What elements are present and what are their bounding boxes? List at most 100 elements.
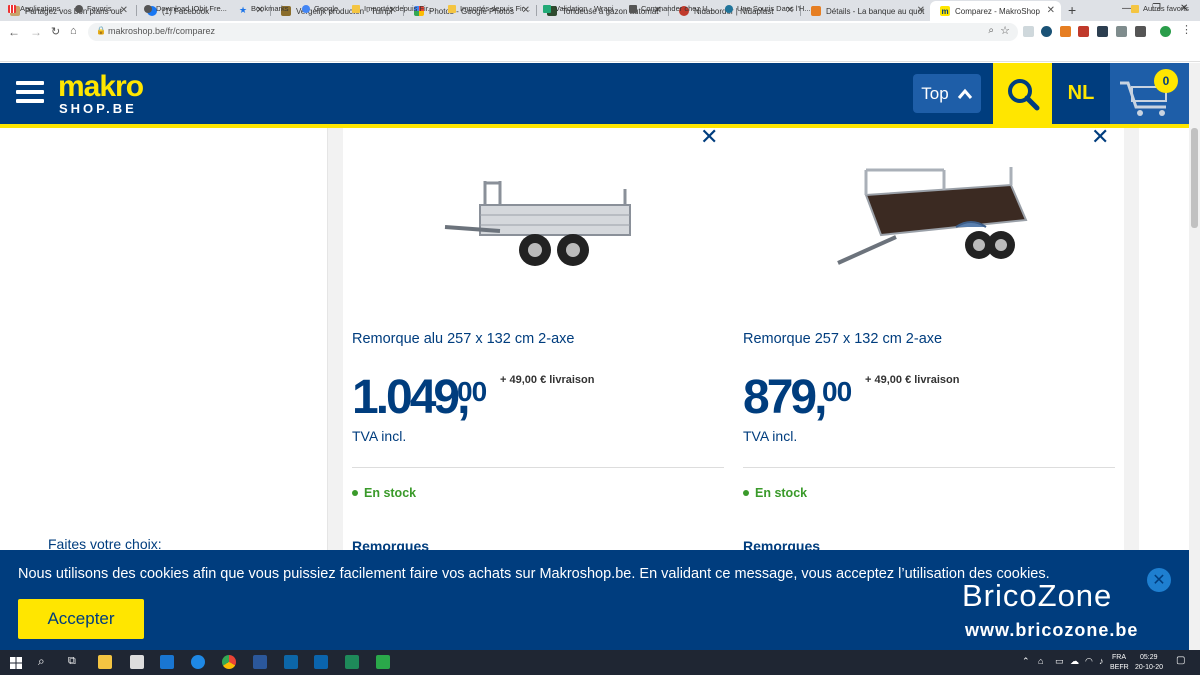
- lang-code[interactable]: FRA: [1112, 654, 1126, 661]
- trello-icon[interactable]: [284, 655, 298, 669]
- bookmark-label: Importés depuis Fir...: [460, 4, 531, 13]
- browser-tab-active[interactable]: m Comparez - MakroShop ✕: [930, 1, 1061, 21]
- tva-label: TVA incl.: [743, 428, 798, 444]
- outlook-icon[interactable]: [314, 655, 328, 669]
- stock-label: En stock: [364, 486, 417, 500]
- kebab-menu-icon[interactable]: ⋮: [1181, 23, 1192, 36]
- watermark-url: www.bricozone.be: [965, 620, 1139, 640]
- extensions-menu-icon[interactable]: [1135, 26, 1146, 37]
- remove-product-icon[interactable]: ✕: [1091, 124, 1109, 150]
- search-icon: [1007, 78, 1039, 110]
- product-name[interactable]: Remorque alu 257 x 132 cm 2-axe: [352, 331, 574, 347]
- bookmark-label: Google: [314, 4, 339, 13]
- zoom-icon[interactable]: ⌕: [988, 25, 994, 36]
- forward-icon[interactable]: →: [30, 25, 42, 39]
- star-icon[interactable]: ☆: [1000, 24, 1010, 37]
- bookmark-item[interactable]: Validation - Wrapi: [543, 4, 614, 13]
- price-cents: 00: [457, 376, 487, 407]
- back-icon[interactable]: ←: [8, 25, 20, 39]
- other-bookmarks[interactable]: Autres favoris: [1131, 4, 1189, 13]
- reload-icon[interactable]: ↻: [51, 25, 60, 38]
- search-button[interactable]: [993, 63, 1052, 124]
- close-tab-icon[interactable]: ✕: [120, 5, 128, 16]
- tray-chevron-icon[interactable]: ⌃: [1022, 656, 1030, 667]
- product-image-alu-trailer[interactable]: [440, 175, 636, 273]
- accept-cookies-button[interactable]: Accepter: [18, 599, 144, 639]
- bookmark-item[interactable]: Importés depuis Fir...: [448, 4, 530, 13]
- bookmark-favicon-icon: [629, 4, 637, 13]
- extension-icon[interactable]: [1041, 26, 1052, 37]
- scroll-top-button[interactable]: Top: [913, 74, 981, 113]
- clock-date[interactable]: 20-10-20: [1135, 664, 1163, 671]
- notification-icon[interactable]: ▢: [1176, 655, 1185, 666]
- lang-region[interactable]: BEFR: [1110, 664, 1129, 671]
- extension-icon[interactable]: [1078, 26, 1089, 37]
- file-explorer-icon[interactable]: [98, 655, 112, 669]
- url-text: makroshop.be/fr/comparez: [108, 26, 216, 36]
- logo-makro[interactable]: makro: [58, 70, 144, 104]
- windows-taskbar: [0, 650, 1200, 675]
- browser-tab[interactable]: Détails - La banque au quot ✕: [801, 1, 931, 21]
- bookmark-favicon-icon: [543, 4, 551, 13]
- battery-icon[interactable]: ▭: [1055, 656, 1064, 667]
- hamburger-menu-icon[interactable]: [14, 78, 46, 106]
- app-icon[interactable]: [376, 655, 390, 669]
- network-icon[interactable]: ⌂: [1038, 656, 1043, 666]
- tva-label: TVA incl.: [352, 428, 407, 444]
- close-tab-icon[interactable]: ✕: [1047, 5, 1055, 16]
- windows-start-icon[interactable]: [10, 657, 22, 669]
- store-icon[interactable]: [130, 655, 144, 669]
- close-tab-icon[interactable]: ✕: [917, 5, 925, 16]
- new-tab-button[interactable]: +: [1068, 2, 1076, 18]
- bookmark-item[interactable]: Applications: [8, 4, 60, 13]
- scrollbar-thumb[interactable]: [1191, 128, 1198, 228]
- cart-count-badge: 0: [1154, 69, 1178, 93]
- product-image-steel-trailer[interactable]: [836, 165, 1032, 273]
- edge-icon[interactable]: [191, 655, 205, 669]
- compare-left-panel: [0, 128, 328, 550]
- content-gutter: [1124, 128, 1139, 550]
- logo-shop-be[interactable]: SHOP.BE: [59, 101, 137, 116]
- bookmark-item[interactable]: Favoris: [75, 4, 112, 13]
- bookmark-item[interactable]: Download IObit Fre...: [144, 4, 227, 13]
- app-icon[interactable]: [345, 655, 359, 669]
- home-icon[interactable]: ⌂: [70, 25, 77, 37]
- content-gutter: [328, 128, 343, 550]
- search-icon[interactable]: ⌕: [38, 654, 45, 669]
- price-cents: 00: [822, 376, 852, 407]
- app-icon[interactable]: [160, 655, 174, 669]
- volume-icon[interactable]: ♪: [1099, 656, 1104, 666]
- delivery-cost: + 49,00 € livraison: [865, 374, 960, 386]
- extension-icon[interactable]: [1060, 26, 1071, 37]
- star-icon: ★: [239, 4, 248, 15]
- globe-icon: [75, 4, 83, 13]
- remove-product-icon[interactable]: ✕: [700, 124, 718, 150]
- apps-grid-icon: [8, 4, 16, 13]
- folder-icon: [448, 4, 456, 13]
- wifi-icon[interactable]: ◠: [1085, 656, 1093, 667]
- tab-title: Comparez - MakroShop: [955, 6, 1040, 16]
- chevron-up-icon: [957, 88, 972, 99]
- bookmark-label: Autres favoris: [1143, 4, 1189, 13]
- product-name[interactable]: Remorque 257 x 132 cm 2-axe: [743, 331, 942, 347]
- profile-avatar-icon[interactable]: [1160, 26, 1171, 37]
- puzzle-icon[interactable]: [1116, 26, 1127, 37]
- bookmark-item[interactable]: Une Souris Dans l'H...: [725, 4, 811, 13]
- close-cookie-icon[interactable]: ✕: [1147, 568, 1171, 592]
- bookmark-item[interactable]: Importés depuis Fir...: [352, 4, 434, 13]
- omnibox[interactable]: 🔒 makroshop.be/fr/comparez ⌕ ☆: [88, 23, 1018, 41]
- task-view-icon[interactable]: ⧉: [68, 655, 76, 668]
- chrome-icon[interactable]: [222, 655, 236, 669]
- extension-icon[interactable]: [1097, 26, 1108, 37]
- cart-button[interactable]: [1110, 63, 1189, 124]
- bookmark-item[interactable]: Google: [302, 4, 338, 13]
- language-switch-nl[interactable]: NL: [1052, 63, 1110, 124]
- word-icon[interactable]: [253, 655, 267, 669]
- extension-icon[interactable]: [1023, 26, 1034, 37]
- price-integer: 879,: [743, 371, 827, 424]
- bookmark-label: Favoris: [87, 4, 112, 13]
- clock-time[interactable]: 05:29: [1140, 654, 1158, 661]
- cloud-icon[interactable]: ☁: [1070, 656, 1079, 667]
- bookmark-item[interactable]: ★ Bookmarks: [239, 4, 289, 15]
- bookmark-item[interactable]: Commander chez U...: [629, 4, 714, 13]
